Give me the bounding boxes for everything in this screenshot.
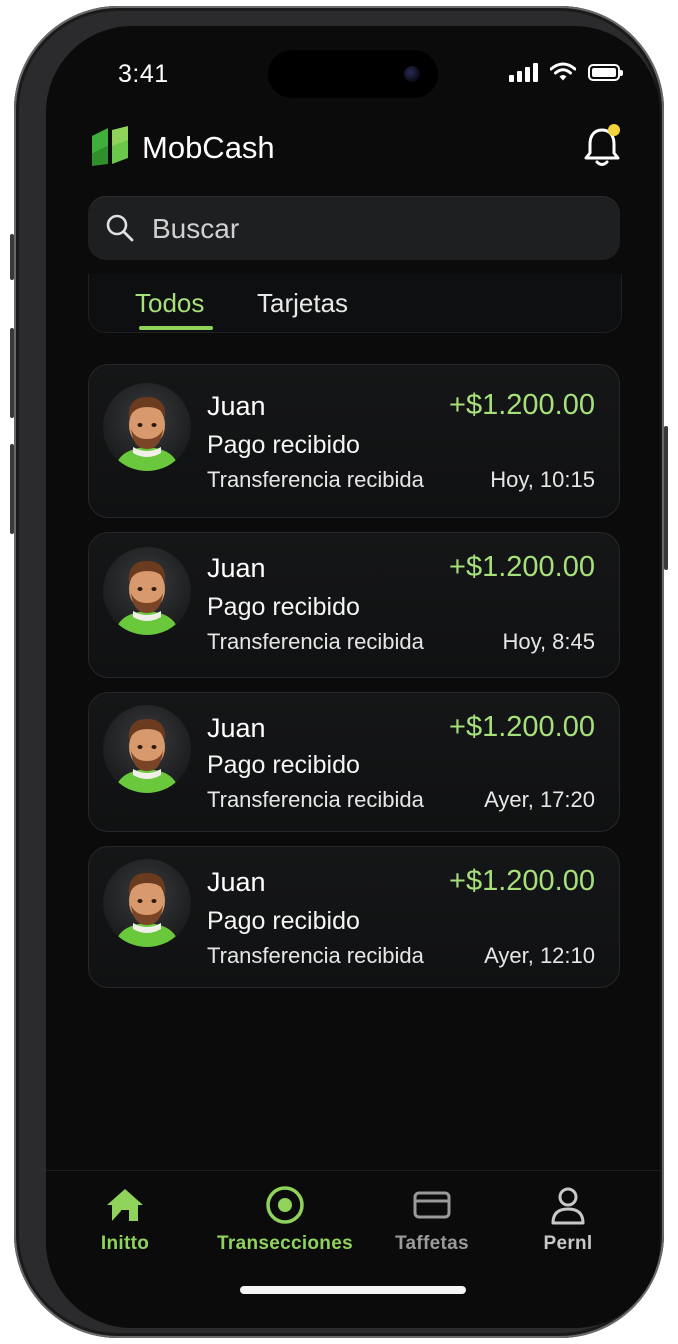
transaction-title: Pago recibido [207, 431, 360, 459]
tab-tarjetas[interactable]: Tarjetas [257, 288, 348, 319]
transaction-time: Ayer, 17:20 [484, 787, 595, 812]
bottom-tab-bar: Initto Transecciones Taffetas Pernl [46, 1170, 660, 1328]
wifi-icon [550, 62, 576, 81]
search-bar[interactable] [88, 196, 620, 260]
nav-label-cards: Taffetas [395, 1233, 469, 1254]
filter-tabs: Todos Tarjetas [88, 274, 622, 333]
transaction-subtitle: Transferencia recibida [207, 629, 424, 654]
person-avatar-icon [103, 383, 191, 471]
nav-label-profile: Pernl [543, 1233, 593, 1254]
person-avatar-icon [103, 859, 191, 947]
transaction-name: Juan [207, 867, 266, 897]
transaction-name: Juan [207, 713, 266, 743]
search-icon [106, 214, 134, 242]
search-input[interactable] [150, 208, 594, 250]
nav-item-cards[interactable]: Taffetas [382, 1183, 482, 1255]
active-tab-indicator [139, 326, 213, 330]
nav-item-home[interactable]: Initto [82, 1183, 168, 1255]
mobcash-logo-icon [92, 126, 128, 166]
profile-icon [551, 1187, 585, 1225]
battery-icon [588, 63, 623, 81]
transaction-name: Juan [207, 553, 266, 583]
nav-label-transactions: Transecciones [217, 1233, 353, 1254]
transaction-title: Pago recibido [207, 907, 360, 935]
phone-frame: 3:41 MobCash Buscar Todos Tarjetas Juan … [10, 6, 668, 1338]
nav-item-profile[interactable]: Pernl [528, 1183, 608, 1255]
transaction-amount: +$1.200.00 [449, 551, 595, 583]
cellular-signal-icon [509, 62, 538, 82]
transaction-subtitle: Transferencia recibida [207, 467, 424, 492]
notification-bell-icon[interactable] [582, 124, 622, 168]
camera-icon [404, 66, 420, 82]
notification-dot [608, 124, 620, 136]
person-avatar-icon [103, 705, 191, 793]
transaction-amount: +$1.200.00 [449, 865, 595, 897]
app-title: MobCash [142, 130, 275, 165]
card-icon [413, 1191, 451, 1219]
transaction-card[interactable]: Juan +$1.200.00 Pago recibido Transferen… [88, 692, 620, 832]
target-icon [266, 1186, 304, 1224]
transaction-card[interactable]: Juan +$1.200.00 Pago recibido Transferen… [88, 532, 620, 678]
home-indicator[interactable] [240, 1286, 466, 1294]
home-icon [107, 1189, 143, 1221]
transaction-time: Hoy, 8:45 [502, 629, 595, 654]
transaction-subtitle: Transferencia recibida [207, 787, 424, 812]
transaction-amount: +$1.200.00 [449, 389, 595, 421]
volume-up-button [10, 328, 14, 418]
nav-label-home: Initto [100, 1233, 150, 1254]
tab-todos[interactable]: Todos [135, 288, 204, 319]
transaction-title: Pago recibido [207, 751, 360, 779]
person-avatar-icon [103, 547, 191, 635]
transaction-time: Hoy, 10:15 [490, 467, 595, 492]
app-header: MobCash [90, 124, 622, 176]
transaction-card[interactable]: Juan +$1.200.00 Pago recibido Transferen… [88, 364, 620, 518]
screen: 3:41 MobCash Buscar Todos Tarjetas Juan … [46, 26, 660, 1328]
transaction-title: Pago recibido [207, 593, 360, 621]
transaction-subtitle: Transferencia recibida [207, 943, 424, 968]
action-button [10, 234, 14, 280]
transaction-amount: +$1.200.00 [449, 711, 595, 743]
volume-down-button [10, 444, 14, 534]
transaction-time: Ayer, 12:10 [484, 943, 595, 968]
status-icons [509, 62, 623, 82]
nav-item-transactions[interactable]: Transecciones [210, 1183, 360, 1255]
transaction-name: Juan [207, 391, 266, 421]
dynamic-island [268, 50, 438, 98]
transaction-card[interactable]: Juan +$1.200.00 Pago recibido Transferen… [88, 846, 620, 988]
status-time: 3:41 [118, 60, 169, 88]
power-button [664, 426, 668, 570]
